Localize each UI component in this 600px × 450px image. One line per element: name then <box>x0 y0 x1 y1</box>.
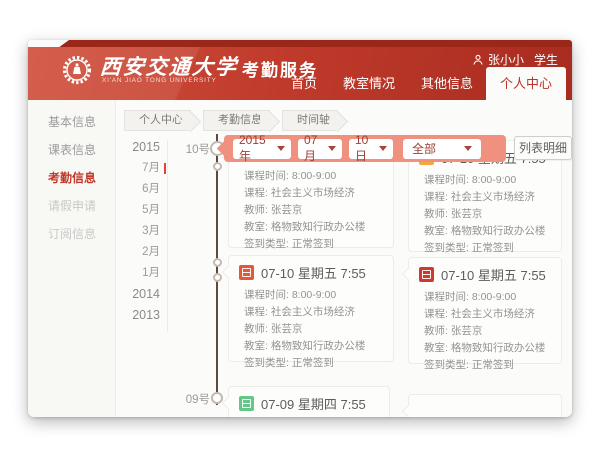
sidebar-item-subscription-info[interactable]: 订阅信息 <box>28 220 115 248</box>
sidebar-item-leave-request[interactable]: 请假申请 <box>28 192 115 220</box>
scale-year[interactable]: 2015 <box>124 137 160 158</box>
breadcrumb: 个人中心 考勤信息 时间轴 <box>124 110 350 131</box>
card-date: 07-09 星期四 7:55 <box>261 394 366 413</box>
card-date: 07-10 星期五 7:55 <box>441 265 546 284</box>
chevron-down-icon <box>277 146 285 151</box>
card-field-signin-type: 签到类型: 正常签到 <box>244 355 385 372</box>
scale-month[interactable]: 3月 <box>124 221 160 242</box>
card-body: 课程时间: 8:00-9:00 课程: 社会主义市场经济 教师: 张芸京 教室:… <box>229 285 393 372</box>
breadcrumb-timeline[interactable]: 时间轴 <box>282 110 338 131</box>
chevron-down-icon <box>379 146 387 151</box>
scale-year[interactable]: 2013 <box>124 305 160 326</box>
year-select-value: 2015年 <box>239 133 273 164</box>
university-gear-logo-icon <box>62 55 92 85</box>
card-field-time: 课程时间: 8:00-9:00 <box>424 172 553 189</box>
day-select-value: 10日 <box>355 133 375 164</box>
attendance-card[interactable]: 07-10 星期五 7:55 课程时间: 8:00-9:00 课程: 社会主义市… <box>228 255 394 362</box>
card-field-teacher: 教师: 张芸京 <box>244 321 385 338</box>
attendance-status-icon <box>419 267 434 282</box>
nav-other-info[interactable]: 其他信息 <box>408 67 486 100</box>
list-detail-button[interactable]: 列表明细 <box>514 136 572 160</box>
user-name: 张小小 <box>488 51 524 68</box>
timeline-node <box>213 258 222 267</box>
breadcrumb-personal-center[interactable]: 个人中心 <box>124 110 191 131</box>
card-field-room: 教室: 格物致知行政办公楼 <box>424 223 553 240</box>
scale-divider <box>167 140 168 332</box>
card-field-time: 课程时间: 8:00-9:00 <box>244 168 385 185</box>
app-window: 西安交通大学 XI'AN JIAO TONG UNIVERSITY 考勤服务 张… <box>28 40 572 417</box>
nav-home[interactable]: 首页 <box>278 67 330 100</box>
sidebar-item-schedule-info[interactable]: 课表信息 <box>28 136 115 164</box>
person-icon <box>472 54 484 66</box>
scale-month-current[interactable]: 7月 <box>124 158 160 179</box>
chevron-down-icon <box>464 146 472 151</box>
card-field-teacher: 教师: 张芸京 <box>424 323 553 340</box>
day-select[interactable]: 10日 <box>349 139 393 159</box>
timeline-node <box>211 392 223 404</box>
user-role: 学生 <box>534 51 558 68</box>
nav-personal-center[interactable]: 个人中心 <box>486 67 566 100</box>
university-name-en: XI'AN JIAO TONG UNIVERSITY <box>102 77 217 84</box>
user-info[interactable]: 张小小 学生 <box>472 51 558 68</box>
card-field-teacher: 教师: 张芸京 <box>424 206 553 223</box>
scale-month[interactable]: 2月 <box>124 242 160 263</box>
card-field-room: 教室: 格物致知行政办公楼 <box>244 338 385 355</box>
scope-select[interactable]: 全部 <box>403 139 481 159</box>
main-nav: 首页 教室情况 其他信息 个人中心 <box>278 67 566 100</box>
timeline-axis <box>216 134 218 405</box>
day-marker-10: 10号 <box>178 141 210 157</box>
timeline-node <box>213 273 222 282</box>
scale-month[interactable]: 1月 <box>124 263 160 284</box>
scale-month[interactable]: 6月 <box>124 179 160 200</box>
card-body: 课程时间: 8:00-9:00 课程: 社会主义市场经济 教师: 张芸京 教室:… <box>409 287 561 374</box>
card-field-signin-type: 签到类型: 正常签到 <box>424 240 553 257</box>
attendance-card-partial[interactable] <box>408 394 562 417</box>
nav-classrooms[interactable]: 教室情况 <box>330 67 408 100</box>
card-header: 07-09 星期四 7:55 <box>229 387 389 416</box>
card-field-signin-type: 签到类型: 正常签到 <box>424 357 553 374</box>
page: 西安交通大学 XI'AN JIAO TONG UNIVERSITY 考勤服务 张… <box>0 0 600 450</box>
attendance-card[interactable]: 07-10 星期五 7:55 课程时间: 8:00-9:00 课程: 社会主义市… <box>408 257 562 364</box>
filter-bar: 2015年 07月 10日 全部 <box>224 135 506 162</box>
attendance-card[interactable]: 07-09 星期四 7:55 <box>228 386 390 417</box>
card-date: 07-10 星期五 7:55 <box>261 263 366 282</box>
month-select-value: 07月 <box>304 133 324 164</box>
card-field-room: 教室: 格物致知行政办公楼 <box>424 340 553 357</box>
attendance-status-icon <box>239 396 254 411</box>
sidebar-item-attendance-info[interactable]: 考勤信息 <box>28 164 115 192</box>
timeline-node <box>213 162 222 171</box>
card-field-course: 课程: 社会主义市场经济 <box>244 185 385 202</box>
scope-select-value: 全部 <box>412 140 436 157</box>
header-banner: 西安交通大学 XI'AN JIAO TONG UNIVERSITY 考勤服务 张… <box>28 40 572 100</box>
card-field-time: 课程时间: 8:00-9:00 <box>424 289 553 306</box>
card-header: 07-10 星期五 7:55 <box>229 256 393 285</box>
timeline-scale: 2015 7月 6月 5月 3月 2月 1月 2014 2013 <box>124 137 160 326</box>
scale-month[interactable]: 5月 <box>124 200 160 221</box>
card-field-teacher: 教师: 张芸京 <box>244 202 385 219</box>
card-body: 课程时间: 8:00-9:00 课程: 社会主义市场经济 教师: 张芸京 教室:… <box>409 170 561 257</box>
breadcrumb-attendance-info[interactable]: 考勤信息 <box>203 110 270 131</box>
month-select[interactable]: 07月 <box>298 139 342 159</box>
card-field-course: 课程: 社会主义市场经济 <box>424 306 553 323</box>
card-field-room: 教室: 格物致知行政办公楼 <box>244 219 385 236</box>
card-field-signin-type: 签到类型: 正常签到 <box>244 236 385 253</box>
card-header: 07-10 星期五 7:55 <box>409 258 561 287</box>
year-select[interactable]: 2015年 <box>233 139 291 159</box>
scale-year[interactable]: 2014 <box>124 284 160 305</box>
sidebar: 基本信息 课表信息 考勤信息 请假申请 订阅信息 <box>28 100 116 417</box>
card-field-time: 课程时间: 8:00-9:00 <box>244 287 385 304</box>
card-field-course: 课程: 社会主义市场经济 <box>244 304 385 321</box>
card-field-course: 课程: 社会主义市场经济 <box>424 189 553 206</box>
sidebar-item-basic-info[interactable]: 基本信息 <box>28 108 115 136</box>
day-marker-09: 09号 <box>178 391 210 407</box>
chevron-down-icon <box>328 146 336 151</box>
attendance-status-icon <box>239 265 254 280</box>
